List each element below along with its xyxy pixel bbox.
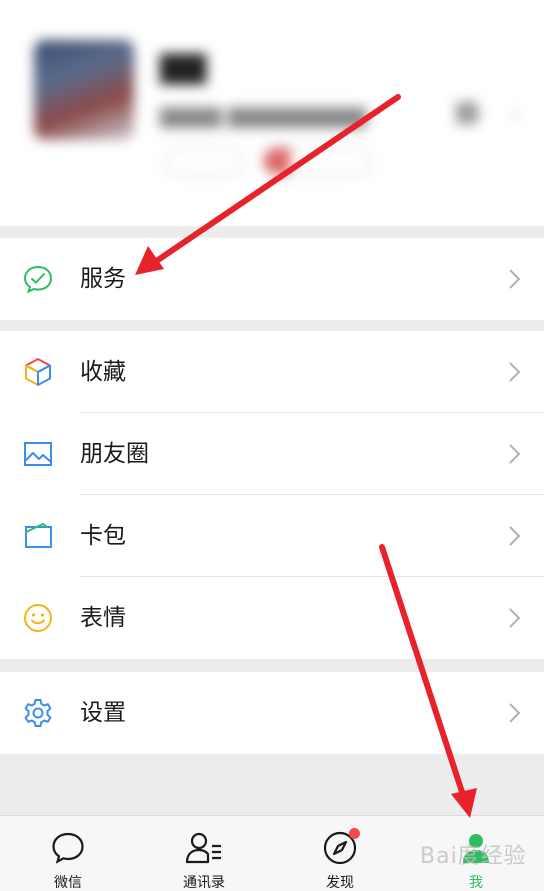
- chevron-right-icon: [509, 269, 521, 289]
- menu-item-label: 服务: [80, 266, 126, 292]
- sticker-smile-icon: [24, 604, 52, 632]
- menu-item-service[interactable]: 服务: [0, 238, 544, 320]
- service-icon: [23, 265, 53, 294]
- tab-label: 通讯录: [183, 875, 225, 891]
- menu-item-label: 收藏: [80, 359, 126, 385]
- arrow-head: [451, 788, 477, 818]
- tab-label: 我: [469, 875, 483, 891]
- moments-picture-icon: [24, 442, 52, 466]
- notification-badge: [349, 828, 360, 839]
- main-menu-group: 收藏 朋友圈 卡包 表情: [0, 331, 544, 659]
- chevron-right-icon: ›: [510, 100, 520, 128]
- service-group: 服务: [0, 238, 544, 320]
- tab-chats[interactable]: 微信: [0, 816, 136, 891]
- chevron-right-icon: [509, 526, 521, 546]
- chevron-right-icon: [509, 703, 521, 723]
- menu-item-settings[interactable]: 设置: [0, 672, 544, 754]
- status-button[interactable]: [164, 146, 244, 176]
- profile-header[interactable]: ▇▇ ▇▇▇▇ ▇▇▇▇▇▇▇▇▇ ›: [0, 0, 544, 226]
- settings-group: 设置: [0, 672, 544, 754]
- baidu-jingyan-watermark: Bai度经验: [420, 844, 527, 869]
- tab-discover[interactable]: 发现: [272, 816, 408, 891]
- menu-item-favorites[interactable]: 收藏: [0, 331, 544, 413]
- chevron-right-icon: [509, 608, 521, 628]
- chat-bubble-icon: [52, 832, 84, 864]
- avatar[interactable]: [34, 40, 134, 140]
- menu-item-moments[interactable]: 朋友圈: [0, 413, 544, 495]
- contacts-icon: [185, 832, 221, 864]
- menu-item-label: 设置: [80, 700, 126, 726]
- menu-item-label: 朋友圈: [80, 441, 149, 467]
- menu-item-card-wallet[interactable]: 卡包: [0, 495, 544, 577]
- menu-item-label: 卡包: [80, 523, 126, 549]
- profile-wechat-id: ▇▇▇▇ ▇▇▇▇▇▇▇▇▇: [160, 104, 367, 128]
- card-wallet-icon: [25, 523, 52, 548]
- profile-nickname: ▇▇: [160, 50, 207, 85]
- chevron-right-icon: [509, 362, 521, 382]
- menu-item-stickers[interactable]: 表情: [0, 577, 544, 659]
- gear-icon: [24, 699, 52, 727]
- friend-status-pill[interactable]: [262, 146, 372, 176]
- menu-item-label: 表情: [80, 605, 126, 631]
- favorites-cube-icon: [25, 358, 51, 386]
- chevron-right-icon: [509, 444, 521, 464]
- qr-code-icon[interactable]: [456, 102, 478, 124]
- tab-contacts[interactable]: 通讯录: [136, 816, 272, 891]
- tab-label: 发现: [326, 875, 354, 891]
- tab-label: 微信: [54, 875, 82, 891]
